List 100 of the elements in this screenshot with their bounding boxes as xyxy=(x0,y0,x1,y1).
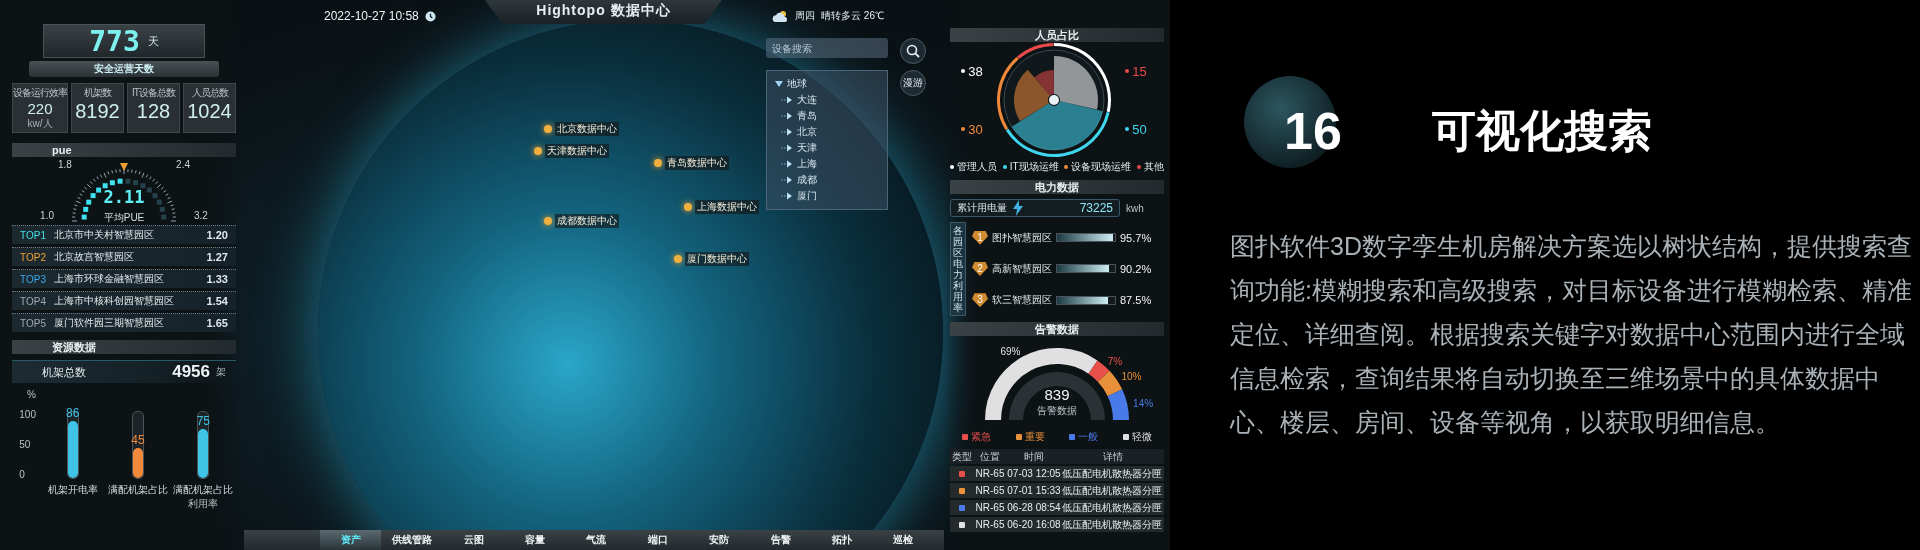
branch-arrow-icon xyxy=(781,144,793,152)
tree-item[interactable]: 成都 xyxy=(775,173,879,187)
pue-reading: 1.20 xyxy=(206,229,228,241)
gauge-value: 75 xyxy=(195,413,211,428)
table-row[interactable]: NR-65 06-20 16:08低压配电机散热器分匣 xyxy=(950,517,1164,532)
site-label[interactable]: 上海数据中心 xyxy=(695,200,759,214)
search-button[interactable] xyxy=(900,38,926,64)
table-row[interactable]: NR-65 06-28 08:54低压配电机散热器分匣 xyxy=(950,500,1164,515)
legend-item: 管理人员 xyxy=(950,160,997,174)
column-header: 时间 xyxy=(1023,449,1045,464)
table-cell: NR-65 xyxy=(974,519,1006,530)
nav-tab[interactable]: 气流 xyxy=(565,530,628,550)
tree-item[interactable]: 北京 xyxy=(775,125,879,139)
personnel-count: 38 xyxy=(961,63,983,79)
axis-tick-label: 50 xyxy=(19,440,32,450)
pue-value: 2.11 xyxy=(102,187,146,207)
nav-tab[interactable]: 供线管路 xyxy=(381,530,443,550)
total-unit: 架 xyxy=(216,365,226,379)
alarm-share: 14% xyxy=(1133,397,1154,409)
nav-tab[interactable]: 告警 xyxy=(749,530,812,550)
gauge-label: 满配机架占比 xyxy=(173,483,234,497)
gauge-value: 45 xyxy=(130,433,146,448)
tree-item[interactable]: 天津 xyxy=(775,141,879,155)
usage-percent: 95.7% xyxy=(1120,231,1152,244)
nav-tab[interactable]: 资产 xyxy=(320,530,382,550)
site-label[interactable]: 北京数据中心 xyxy=(555,122,619,136)
section-header: 电力数据 xyxy=(950,180,1164,194)
nav-tab[interactable]: 拓扑 xyxy=(811,530,873,550)
location-pin-icon[interactable] xyxy=(674,255,682,263)
stat-label: IT设备总数 xyxy=(132,86,175,100)
alarm-share: 7% xyxy=(1107,355,1123,367)
legend-item: 一般 xyxy=(1069,430,1099,444)
personnel-count: 50 xyxy=(1125,121,1147,137)
nav-tab[interactable]: 巡检 xyxy=(872,530,935,550)
table-cell: 06-28 08:54 xyxy=(1006,502,1062,513)
site-label[interactable]: 天津数据中心 xyxy=(545,144,609,158)
alarm-caption: 告警数据 xyxy=(1036,404,1078,418)
location-pin-icon[interactable] xyxy=(534,147,542,155)
table-cell: NR-65 xyxy=(974,468,1006,479)
clock-icon xyxy=(424,10,436,22)
column-header: 详情 xyxy=(1102,449,1124,464)
tree-item[interactable]: 厦门 xyxy=(775,189,879,203)
stat-value: 1024 xyxy=(187,100,232,123)
dashboard-title: Hightopo 数据中心 xyxy=(536,2,671,20)
gauge-tick-label: 2.4 xyxy=(176,159,190,170)
search-field[interactable]: 设备搜索 xyxy=(766,38,888,58)
cloud-icon xyxy=(771,9,790,23)
feature-description: 图扑软件3D数字孪生机房解决方案选以树状结构，提供搜索查询功能:模糊搜索和高级搜索，对目标设备进行模糊检索、精准定位、详细查阅。根据搜索关键字对数据中心范围内进行全域信息检索，查询结果将自动切换至三维场景中的具体数据中心、楼层、房间、设备等视角，以获取明细信息。 xyxy=(1230,231,1913,438)
pue-reading: 1.54 xyxy=(206,295,228,307)
branch-arrow-icon xyxy=(781,192,793,200)
location-pin-icon[interactable] xyxy=(544,217,552,225)
caret-icon xyxy=(775,80,783,88)
table-row[interactable]: NR-65 07-03 12:05低压配电机散热器分匣 xyxy=(950,466,1164,481)
branch-arrow-icon xyxy=(781,96,793,104)
table-cell: NR-65 xyxy=(974,485,1006,496)
section-header: 人员占比 xyxy=(950,28,1164,42)
feature-title: 可视化搜索 xyxy=(1431,104,1652,157)
nav-tab[interactable]: 云图 xyxy=(442,530,505,550)
legend-item: 紧急 xyxy=(962,430,992,444)
gauge-label: 机架开电率 xyxy=(47,483,98,497)
park-name: 北京故宫智慧园区 xyxy=(54,250,135,264)
location-pin-icon[interactable] xyxy=(654,159,662,167)
roam-button[interactable]: 漫游 xyxy=(900,70,926,96)
tree-node[interactable]: 地球 xyxy=(775,77,879,91)
nav-tab[interactable]: 安防 xyxy=(688,530,750,550)
column-header: 位置 xyxy=(979,449,1001,464)
safety-days-label: 安全运营天数 xyxy=(29,61,219,77)
table-row[interactable]: NR-65 07-01 15:33低压配电机散热器分匣 xyxy=(950,483,1164,498)
tree-item[interactable]: 大连 xyxy=(775,93,879,107)
stat-label: 机架数 xyxy=(84,86,111,100)
pue-reading: 1.27 xyxy=(206,251,228,263)
branch-arrow-icon xyxy=(781,176,793,184)
personnel-count: 30 xyxy=(961,121,983,137)
tree-item[interactable]: 上海 xyxy=(775,157,879,171)
weather-text: 晴转多云 26℃ xyxy=(821,9,884,23)
site-label[interactable]: 成都数据中心 xyxy=(555,214,619,228)
rank-label: TOP1 xyxy=(20,229,47,241)
weekday: 周四 xyxy=(795,9,816,23)
usage-percent: 87.5% xyxy=(1120,294,1152,307)
location-pin-icon[interactable] xyxy=(544,125,552,133)
legend-item: 轻微 xyxy=(1122,430,1152,444)
tree-item[interactable]: 青岛 xyxy=(775,109,879,123)
nav-tab[interactable]: 容量 xyxy=(504,530,566,550)
stat-value: 220 xyxy=(27,100,53,117)
table-cell-text: 低压配电机散热器分匣 xyxy=(1062,500,1163,515)
pue-reading: 1.65 xyxy=(206,317,228,329)
power-total-value: 73225 xyxy=(1079,201,1113,215)
table-cell: 07-01 15:33 xyxy=(1006,485,1062,496)
location-pin-icon[interactable] xyxy=(684,203,692,211)
stat-label: 设备运行效率 xyxy=(13,86,67,100)
site-label[interactable]: 厦门数据中心 xyxy=(685,252,749,266)
legend-item: 重要 xyxy=(1015,430,1045,444)
stat-value: 128 xyxy=(136,100,171,123)
axis-tick-label: 100 xyxy=(19,410,36,420)
legend-item: 设备现场运维 xyxy=(1064,160,1132,174)
site-label[interactable]: 青岛数据中心 xyxy=(665,156,729,170)
table-cell: 07-03 12:05 xyxy=(1006,468,1062,479)
park-name: 上海市中核科创园智慧园区 xyxy=(54,294,175,308)
nav-tab[interactable]: 端口 xyxy=(627,530,689,550)
personnel-count: 15 xyxy=(1125,63,1147,79)
